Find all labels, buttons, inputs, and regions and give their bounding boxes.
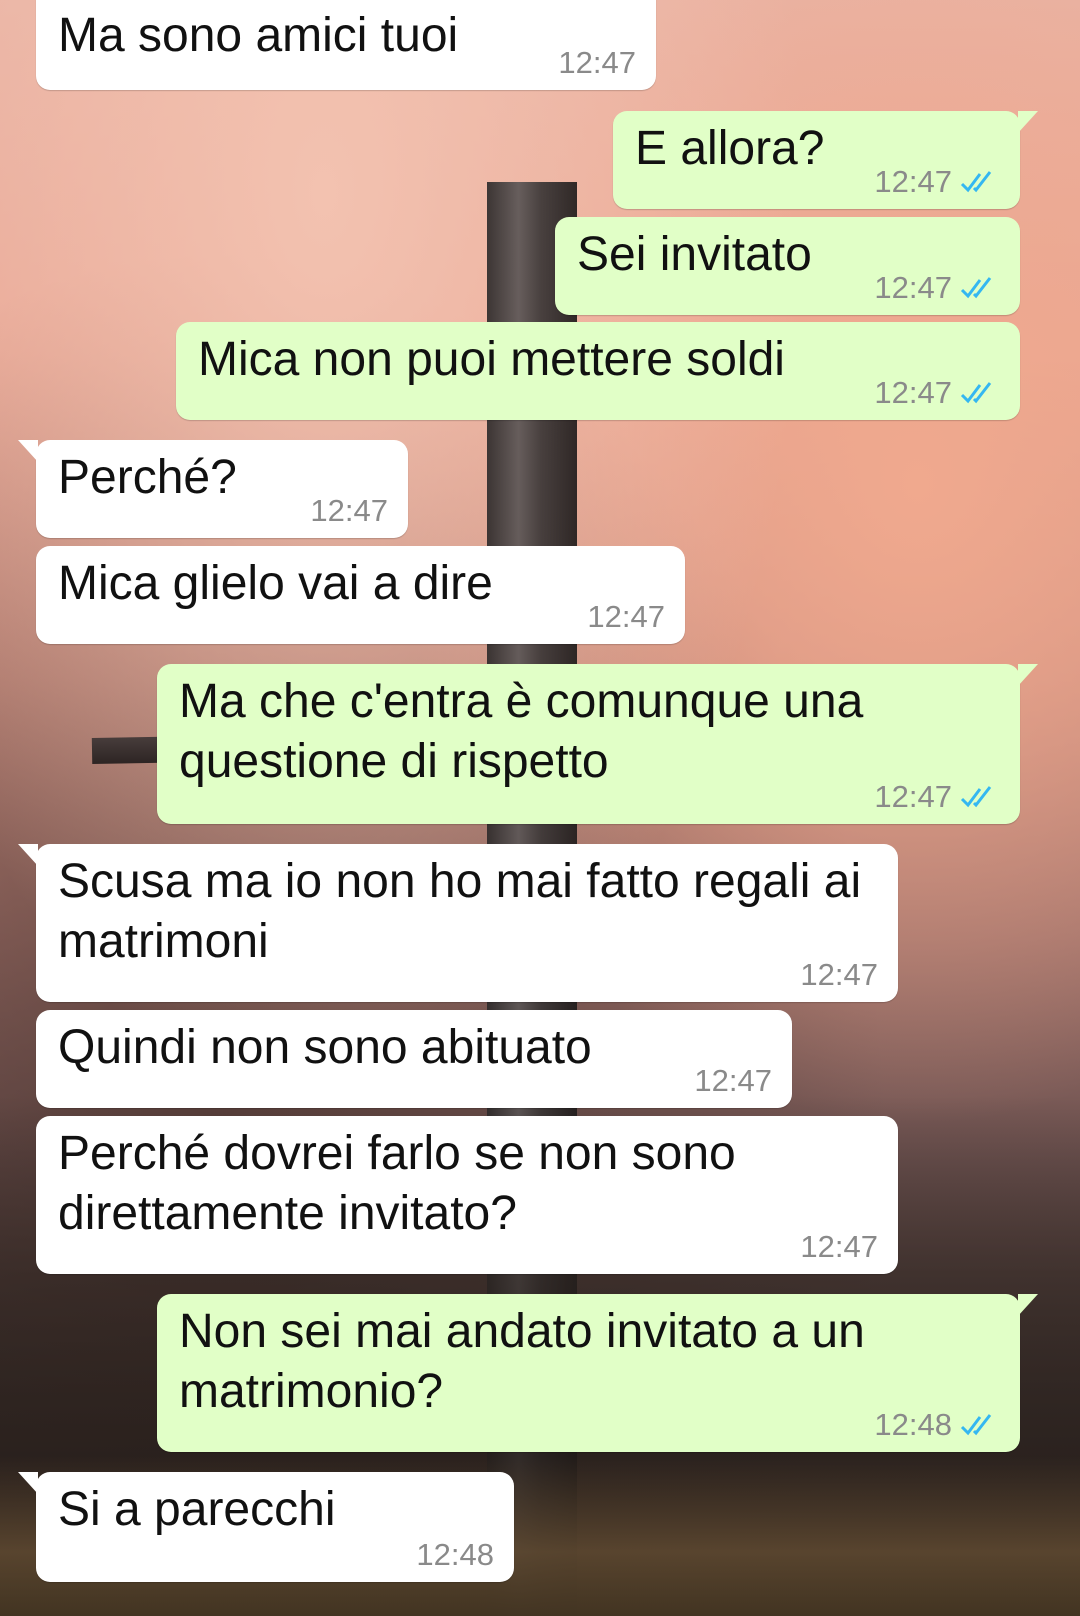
message-incoming[interactable]: Si a parecchi 12:48 [18, 1472, 514, 1582]
message-outgoing[interactable]: Ma che c'entra è comunque una questione … [157, 664, 1038, 824]
message-time: 12:47 [587, 599, 665, 634]
message-meta: 12:47 [874, 165, 1000, 199]
message-text: Si a parecchi [58, 1483, 336, 1536]
message-time: 12:47 [874, 270, 952, 305]
read-receipt-icon [960, 277, 992, 299]
read-receipt-icon [960, 1414, 992, 1436]
message-incoming[interactable]: Ma sono amici tuoi 12:47 [36, 0, 656, 90]
message-text: Quindi non sono abituato [58, 1021, 592, 1074]
message-meta: 12:47 [874, 376, 1000, 410]
message-meta: 12:48 [874, 1408, 1000, 1442]
message-time: 12:47 [874, 375, 952, 410]
message-outgoing[interactable]: Sei invitato 12:47 [555, 217, 1020, 315]
message-meta: 12:47 [800, 958, 878, 992]
read-receipt-icon [960, 786, 992, 808]
message-text: Scusa ma io non ho mai fatto regali ai m… [58, 855, 875, 968]
message-text: Perché dovrei farlo se non sono direttam… [58, 1127, 750, 1240]
message-time: 12:47 [694, 1063, 772, 1098]
message-meta: 12:47 [558, 46, 636, 80]
message-meta: 12:47 [800, 1230, 878, 1264]
message-text: Ma sono amici tuoi [58, 9, 459, 62]
message-time: 12:47 [800, 957, 878, 992]
message-incoming[interactable]: Perché? 12:47 [18, 440, 408, 538]
message-meta: 12:47 [694, 1064, 772, 1098]
message-time: 12:47 [874, 779, 952, 814]
read-receipt-icon [960, 171, 992, 193]
message-time: 12:48 [416, 1537, 494, 1572]
message-text: Non sei mai andato invitato a un matrimo… [179, 1305, 879, 1418]
message-incoming[interactable]: Perché dovrei farlo se non sono direttam… [36, 1116, 898, 1274]
message-outgoing[interactable]: Non sei mai andato invitato a un matrimo… [157, 1294, 1038, 1452]
message-time: 12:47 [310, 493, 388, 528]
message-time: 12:47 [558, 45, 636, 80]
message-meta: 12:47 [587, 600, 665, 634]
message-time: 12:48 [874, 1407, 952, 1442]
message-meta: 12:47 [874, 780, 1000, 814]
message-outgoing[interactable]: Mica non puoi mettere soldi 12:47 [176, 322, 1020, 420]
message-time: 12:47 [874, 164, 952, 199]
message-incoming[interactable]: Quindi non sono abituato 12:47 [36, 1010, 792, 1108]
message-meta: 12:47 [874, 271, 1000, 305]
message-outgoing[interactable]: E allora? 12:47 [613, 111, 1038, 209]
message-incoming[interactable]: Scusa ma io non ho mai fatto regali ai m… [18, 844, 898, 1002]
message-meta: 12:48 [416, 1538, 494, 1572]
read-receipt-icon [960, 382, 992, 404]
message-meta: 12:47 [310, 494, 388, 528]
message-text: Ma che c'entra è comunque una questione … [179, 675, 877, 788]
message-text: Mica glielo vai a dire [58, 557, 493, 610]
message-incoming[interactable]: Mica glielo vai a dire 12:47 [36, 546, 685, 644]
message-time: 12:47 [800, 1229, 878, 1264]
